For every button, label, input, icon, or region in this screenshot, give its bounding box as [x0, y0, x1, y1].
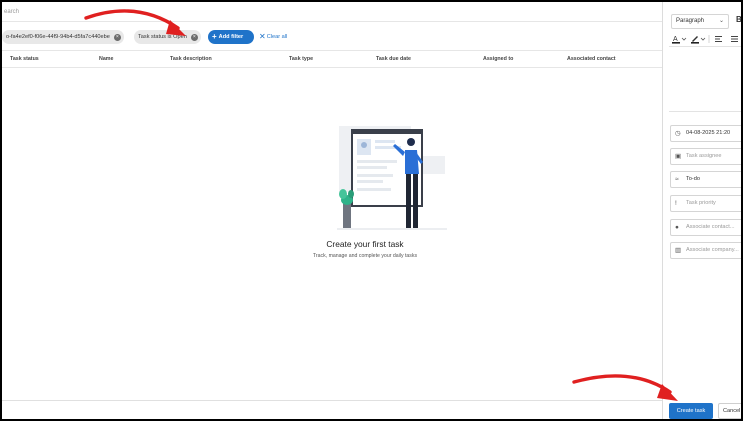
clear-all-button[interactable]: ✕Clear all: [259, 30, 287, 44]
clear-all-label: Clear all: [266, 34, 288, 40]
task-assignee-field[interactable]: ▣ Task assignee: [670, 148, 741, 165]
formatting-toolbar: A: [672, 35, 738, 44]
plus-icon: +: [212, 32, 217, 41]
due-date-field[interactable]: ◷ 04-08-2025 21:20: [670, 125, 741, 142]
task-priority-placeholder: Task priority: [686, 200, 716, 206]
empty-state-title: Create your first task: [326, 239, 404, 249]
add-filter-button[interactable]: + Add filter: [208, 30, 254, 44]
task-assignee-placeholder: Task assignee: [686, 153, 722, 159]
priority-icon: !: [675, 200, 677, 207]
svg-text:A: A: [673, 36, 678, 43]
column-header-task-type[interactable]: Task type: [289, 56, 313, 62]
associate-company-placeholder: Associate company...: [686, 247, 739, 253]
highlight-color-icon[interactable]: [691, 36, 706, 44]
close-icon: ✕: [259, 32, 266, 41]
assignee-icon: ▣: [675, 153, 682, 160]
table-header: Task status Name Task description Task t…: [2, 50, 662, 68]
column-header-task-due-date[interactable]: Task due date: [376, 56, 411, 62]
annotation-arrow-bottom: [572, 374, 678, 401]
company-icon: ▥: [675, 247, 682, 254]
empty-state-illustration: [337, 126, 447, 230]
create-task-panel: Paragraph ⌄ B A ◷ 04-08-2025 21:20 ▣ Tas…: [662, 2, 741, 419]
list-icon[interactable]: [731, 36, 738, 42]
align-left-icon[interactable]: [715, 36, 722, 42]
associate-company-field[interactable]: ▥ Associate company...: [670, 242, 741, 259]
task-priority-field[interactable]: ! Task priority: [670, 195, 741, 212]
associate-contact-field[interactable]: ● Associate contact...: [670, 219, 741, 236]
app-frame: earch o-fa4e2ef0-f06e-44f9-94b4-d5fa7c44…: [2, 2, 741, 419]
text-color-icon[interactable]: A: [672, 36, 687, 44]
task-type-field[interactable]: ≈ To-do: [670, 171, 741, 188]
task-list-area: earch o-fa4e2ef0-f06e-44f9-94b4-d5fa7c44…: [2, 2, 662, 419]
column-header-assigned-to[interactable]: Assigned to: [483, 56, 513, 62]
cancel-button[interactable]: Cancel: [718, 403, 741, 419]
task-type-value: To-do: [686, 176, 700, 182]
annotation-arrow-top: [84, 9, 186, 36]
task-notes-editor[interactable]: [669, 46, 741, 112]
person-icon: ●: [675, 224, 679, 231]
task-type-icon: ≈: [675, 176, 679, 183]
due-date-value: 04-08-2025 21:20: [686, 130, 731, 136]
column-header-task-description[interactable]: Task description: [170, 56, 212, 62]
associate-contact-placeholder: Associate contact...: [686, 224, 735, 230]
bold-button[interactable]: B: [736, 15, 741, 24]
column-header-associated-contact[interactable]: Associated contact: [567, 56, 616, 62]
add-filter-label: Add filter: [218, 34, 244, 40]
search-placeholder: earch: [4, 9, 20, 15]
column-header-name[interactable]: Name: [99, 56, 113, 62]
clock-icon: ◷: [675, 130, 681, 137]
empty-state-subtitle: Track, manage and complete your daily ta…: [312, 253, 418, 259]
paragraph-style-dropdown[interactable]: Paragraph ⌄: [671, 14, 729, 29]
chevron-down-icon: ⌄: [718, 18, 724, 24]
column-header-task-status[interactable]: Task status: [10, 56, 39, 62]
paragraph-style-label: Paragraph: [676, 18, 705, 24]
